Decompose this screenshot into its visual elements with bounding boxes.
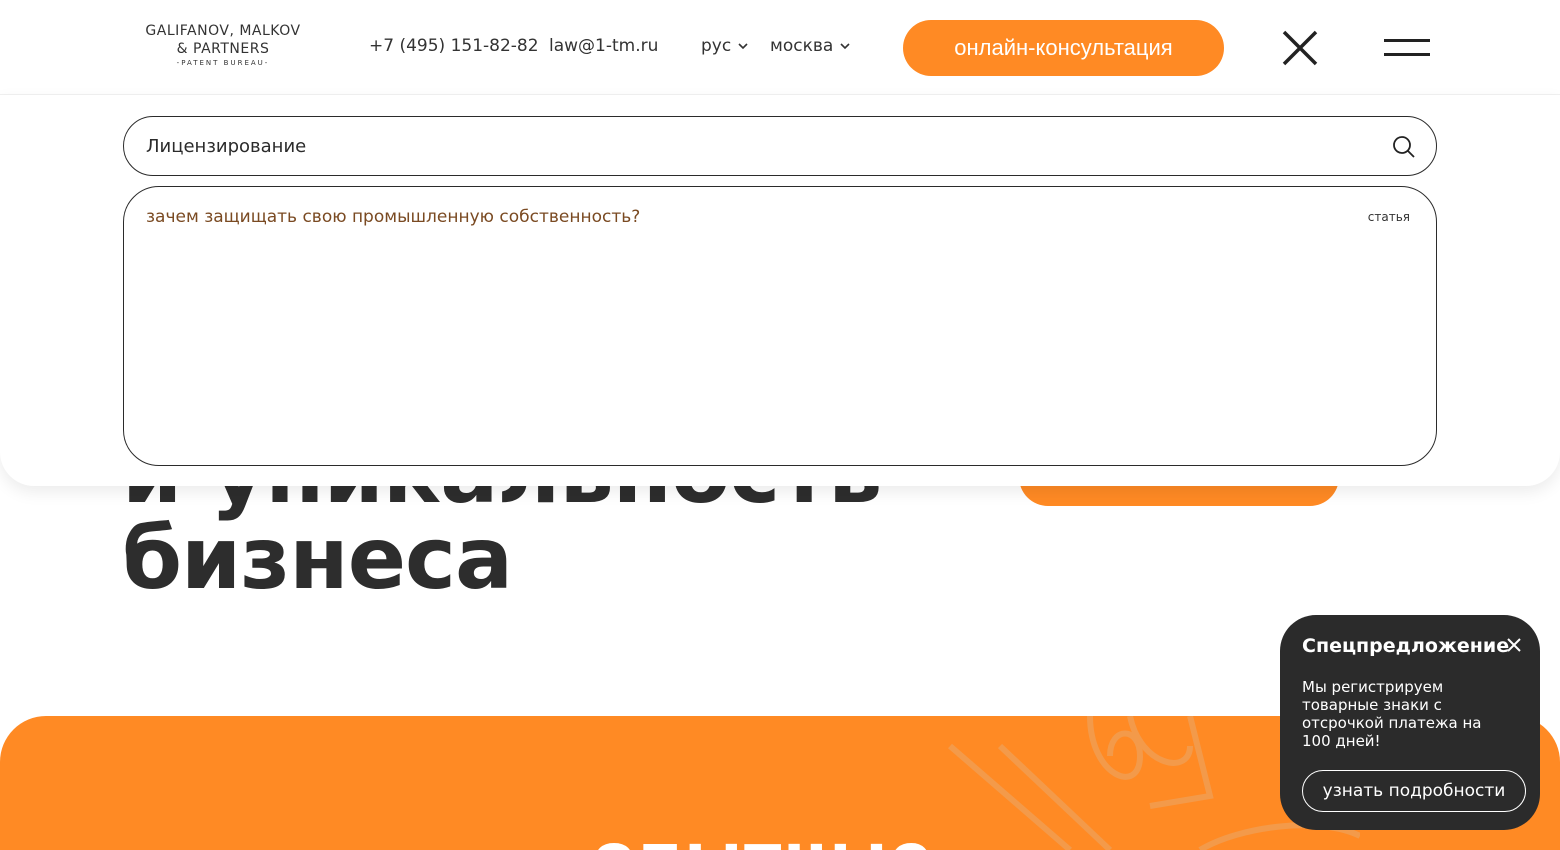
language-label: рус [701,36,732,56]
chevron-down-icon [840,43,850,50]
special-offer-popup: Спецпредложение Мы регистрируем товарные… [1280,615,1540,830]
search-result-type: статья [1367,210,1410,224]
city-select[interactable]: москва [770,36,851,56]
section-heading: опытные [592,826,935,850]
search-box [123,116,1437,176]
email-link[interactable]: law@1-tm.ru [549,36,658,56]
city-label: москва [770,36,834,56]
logo-subtitle: -PATENT BUREAU- [176,59,270,67]
language-select[interactable]: рус [701,36,749,56]
phone-link[interactable]: +7 (495) 151-82-82 [369,36,539,56]
online-consultation-button[interactable]: онлайн-консультация [903,20,1224,76]
logo-line: & PARTNERS [176,41,270,57]
offer-text: Мы регистрируем товарные знаки с отсрочк… [1302,678,1482,750]
menu-icon[interactable] [1384,39,1430,57]
search-result-title[interactable]: зачем защищать свою промышленную собстве… [146,207,640,227]
logo-line: GALIFANOV, MALKOV [145,23,301,39]
chevron-down-icon [738,43,748,50]
search-result-item[interactable]: зачем защищать свою промышленную собстве… [146,207,1410,229]
offer-title: Спецпредложение [1302,635,1510,657]
logo[interactable]: GALIFANOV, MALKOV & PARTNERS -PATENT BUR… [138,22,308,67]
close-icon[interactable] [1506,637,1522,653]
search-input[interactable] [146,117,1366,175]
close-icon[interactable] [1282,30,1318,66]
search-overlay: зачем защищать свою промышленную собстве… [0,95,1560,486]
search-results: зачем защищать свою промышленную собстве… [123,186,1437,466]
site-header: GALIFANOV, MALKOV & PARTNERS -PATENT BUR… [0,0,1560,95]
offer-details-button[interactable]: узнать подробности [1302,770,1526,812]
hero-title-line: бизнеса [122,509,513,609]
search-icon[interactable] [1392,135,1416,159]
